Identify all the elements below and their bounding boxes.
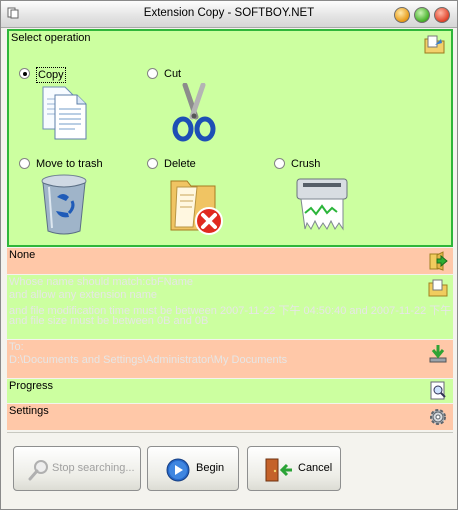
destination-to-label: To: [9,341,24,353]
destination-row[interactable]: To: D:\Documents and Settings\Administra… [7,340,453,378]
copy-radio[interactable] [19,68,30,79]
cancel-label: Cancel [298,462,333,474]
settings-label: Settings [9,405,49,417]
download-arrow-icon[interactable] [427,343,449,365]
gear-icon[interactable] [427,406,449,428]
settings-row[interactable]: Settings [7,404,453,430]
magnifier-icon [28,460,48,481]
begin-button[interactable]: Begin [147,446,239,491]
move-to-trash-label: Move to trash [36,158,103,170]
move-to-trash-radio[interactable] [19,158,30,169]
close-button[interactable] [434,7,450,23]
cut-label: Cut [164,68,182,80]
app-window: Extension Copy - SOFTBOY.NET Select oper… [0,0,458,510]
button-bar: Stop searching... Begin Cancel [7,432,453,509]
cancel-button[interactable]: Cancel [247,446,341,491]
scissors-icon [172,83,216,142]
destination-path: D:\Documents and Settings\Administrator\… [9,354,288,366]
source-label: None [9,249,36,261]
filter-line-1: Whose name should match:cbFName [9,276,194,288]
stop-searching-label: Stop searching... [52,462,135,474]
begin-label: Begin [196,462,225,474]
copy-documents-icon [42,86,87,140]
play-icon [166,458,190,482]
minimize-button[interactable] [394,7,410,23]
source-row[interactable]: None [7,248,453,274]
exit-door-icon [265,458,292,482]
window-title: Extension Copy - SOFTBOY.NET [143,7,315,19]
title-bar: Extension Copy - SOFTBOY.NET [1,1,457,28]
delete-radio[interactable] [147,158,158,169]
shredder-icon [296,178,348,231]
filter-row[interactable]: Whose name should match:cbFName and allo… [7,275,453,339]
filter-line-2: and allow any extension name [9,289,157,301]
maximize-button[interactable] [414,7,430,23]
document-magnifier-icon[interactable] [427,380,449,402]
folder-filter-icon[interactable] [427,277,449,299]
select-operation-panel: Select operation Copy Cut Move to trash … [7,29,453,247]
panel-title: Select operation [11,32,91,44]
stop-searching-button[interactable]: Stop searching... [13,446,141,491]
copy-label: Copy [36,67,66,83]
delete-folder-icon [170,180,223,235]
progress-label: Progress [9,380,54,392]
filter-line-4: and file size must be between 0B and 0B [9,315,209,327]
crush-label: Crush [291,158,321,170]
folder-green-arrow-icon[interactable] [427,250,449,272]
folder-arrow-icon[interactable] [423,33,447,55]
progress-row[interactable]: Progress [7,379,453,403]
crush-radio[interactable] [274,158,285,169]
recycle-bin-icon [41,174,87,235]
delete-label: Delete [164,158,196,170]
cut-radio[interactable] [147,68,158,79]
